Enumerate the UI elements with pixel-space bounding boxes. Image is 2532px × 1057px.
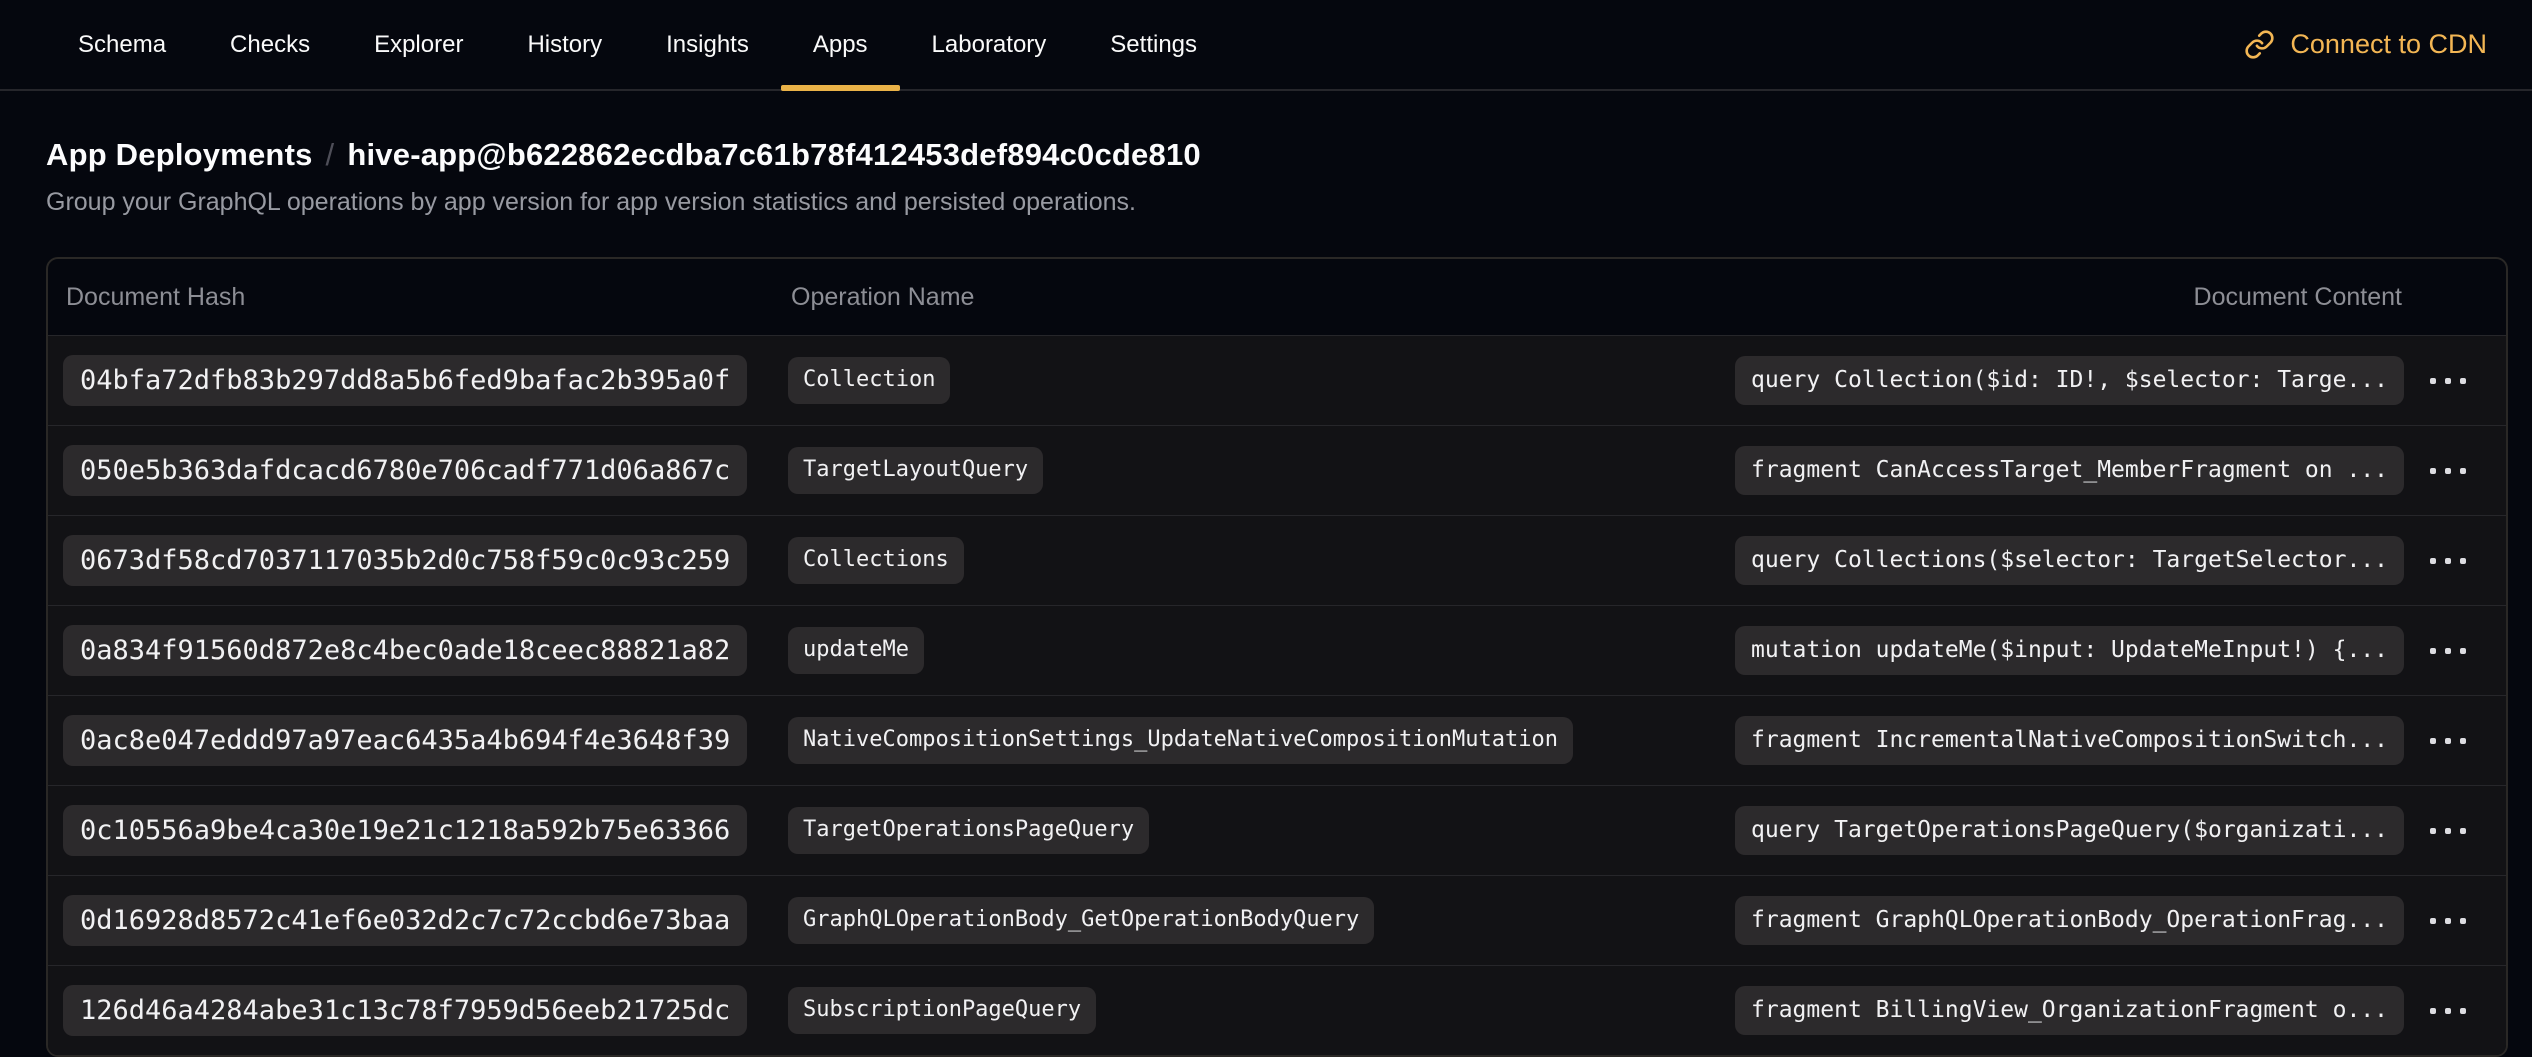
ellipsis-icon <box>2430 558 2436 564</box>
document-hash-badge: 04bfa72dfb83b297dd8a5b6fed9bafac2b395a0f <box>63 355 747 407</box>
ellipsis-icon <box>2430 468 2436 474</box>
column-header-operation-name: Operation Name <box>788 283 1734 312</box>
nav-tab-label: History <box>527 31 602 59</box>
document-hash-badge: 050e5b363dafdcacd6780e706cadf771d06a867c <box>63 445 747 497</box>
document-content-preview-badge: fragment GraphQLOperationBody_OperationF… <box>1735 896 2404 945</box>
top-nav: Schema Checks Explorer History Insights … <box>0 0 2532 91</box>
document-content-preview-badge: fragment IncrementalNativeCompositionSwi… <box>1735 716 2404 765</box>
table-row: 0ac8e047eddd97a97eac6435a4b694f4e3648f39… <box>48 695 2506 785</box>
document-content-preview-badge: fragment CanAccessTarget_MemberFragment … <box>1735 446 2404 495</box>
operation-name-badge: Collections <box>788 537 964 583</box>
table-row: 050e5b363dafdcacd6780e706cadf771d06a867c… <box>48 425 2506 515</box>
column-header-document-content: Document Content <box>1734 283 2404 312</box>
nav-tab-label: Explorer <box>374 31 463 59</box>
nav-tab-label: Laboratory <box>932 31 1047 59</box>
nav-tab-checks[interactable]: Checks <box>198 0 342 89</box>
nav-tab-history[interactable]: History <box>495 0 634 89</box>
nav-tab-laboratory[interactable]: Laboratory <box>900 0 1079 89</box>
row-actions-button[interactable] <box>2422 726 2474 756</box>
ellipsis-icon <box>2430 1008 2436 1014</box>
row-actions-button[interactable] <box>2422 366 2474 396</box>
page-subtitle: Group your GraphQL operations by app ver… <box>46 188 2508 217</box>
document-hash-badge: 126d46a4284abe31c13c78f7959d56eeb21725dc <box>63 985 747 1037</box>
operation-name-badge: NativeCompositionSettings_UpdateNativeCo… <box>788 717 1573 763</box>
nav-tab-apps[interactable]: Apps <box>781 0 900 89</box>
table-row: 0a834f91560d872e8c4bec0ade18ceec88821a82… <box>48 605 2506 695</box>
operation-name-badge: TargetLayoutQuery <box>788 447 1043 493</box>
table-row: 126d46a4284abe31c13c78f7959d56eeb21725dc… <box>48 965 2506 1055</box>
document-hash-badge: 0673df58cd7037117035b2d0c758f59c0c93c259 <box>63 535 747 587</box>
ellipsis-icon <box>2430 828 2436 834</box>
nav-tab-label: Apps <box>813 31 868 59</box>
breadcrumb-current-deployment: hive-app@b622862ecdba7c61b78f412453def89… <box>347 137 1200 172</box>
row-actions-button[interactable] <box>2422 996 2474 1026</box>
table-body: 04bfa72dfb83b297dd8a5b6fed9bafac2b395a0f… <box>48 335 2506 1055</box>
breadcrumb: App Deployments / hive-app@b622862ecdba7c6… <box>46 137 2508 173</box>
operation-name-badge: updateMe <box>788 627 924 673</box>
row-actions-button[interactable] <box>2422 906 2474 936</box>
document-hash-badge: 0ac8e047eddd97a97eac6435a4b694f4e3648f39 <box>63 715 747 767</box>
documents-table: Document Hash Operation Name Document Co… <box>46 257 2508 1057</box>
column-header-document-hash: Document Hash <box>63 283 788 312</box>
ellipsis-icon <box>2430 378 2436 384</box>
operation-name-badge: SubscriptionPageQuery <box>788 987 1096 1033</box>
document-content-preview-badge: query TargetOperationsPageQuery($organiz… <box>1735 806 2404 855</box>
ellipsis-icon <box>2430 648 2436 654</box>
nav-tab-label: Schema <box>78 31 166 59</box>
nav-tab-schema[interactable]: Schema <box>46 0 198 89</box>
app-deployment-detail-page: App Deployments / hive-app@b622862ecdba7c6… <box>0 137 2532 1057</box>
nav-tab-explorer[interactable]: Explorer <box>342 0 495 89</box>
operation-name-badge: TargetOperationsPageQuery <box>788 807 1149 853</box>
table-header-row: Document Hash Operation Name Document Co… <box>48 259 2506 335</box>
document-content-preview-badge: query Collection($id: ID!, $selector: Ta… <box>1735 356 2404 405</box>
document-content-preview-badge: mutation updateMe($input: UpdateMeInput!… <box>1735 626 2404 675</box>
breadcrumb-separator: / <box>326 137 335 172</box>
row-actions-button[interactable] <box>2422 546 2474 576</box>
table-row: 0c10556a9be4ca30e19e21c1218a592b75e63366… <box>48 785 2506 875</box>
nav-tab-label: Insights <box>666 31 749 59</box>
link-icon <box>2244 29 2275 60</box>
connect-to-cdn-button[interactable]: Connect to CDN <box>2244 0 2487 89</box>
table-row: 0d16928d8572c41ef6e032d2c7c72ccbd6e73baa… <box>48 875 2506 965</box>
row-actions-button[interactable] <box>2422 456 2474 486</box>
nav-tabs: Schema Checks Explorer History Insights … <box>46 0 1229 89</box>
operation-name-badge: Collection <box>788 357 950 403</box>
ellipsis-icon <box>2430 738 2436 744</box>
table-row: 04bfa72dfb83b297dd8a5b6fed9bafac2b395a0f… <box>48 335 2506 425</box>
table-row: 0673df58cd7037117035b2d0c758f59c0c93c259… <box>48 515 2506 605</box>
document-hash-badge: 0d16928d8572c41ef6e032d2c7c72ccbd6e73baa <box>63 895 747 947</box>
ellipsis-icon <box>2430 918 2436 924</box>
breadcrumb-app-deployments-link[interactable]: App Deployments <box>46 137 313 172</box>
document-hash-badge: 0a834f91560d872e8c4bec0ade18ceec88821a82 <box>63 625 747 677</box>
nav-tab-settings[interactable]: Settings <box>1078 0 1229 89</box>
nav-tab-insights[interactable]: Insights <box>634 0 781 89</box>
nav-tab-label: Checks <box>230 31 310 59</box>
nav-tab-label: Settings <box>1110 31 1197 59</box>
row-actions-button[interactable] <box>2422 816 2474 846</box>
connect-to-cdn-label: Connect to CDN <box>2290 29 2487 60</box>
document-content-preview-badge: query Collections($selector: TargetSelec… <box>1735 536 2404 585</box>
document-hash-badge: 0c10556a9be4ca30e19e21c1218a592b75e63366 <box>63 805 747 857</box>
operation-name-badge: GraphQLOperationBody_GetOperationBodyQue… <box>788 897 1374 943</box>
row-actions-button[interactable] <box>2422 636 2474 666</box>
